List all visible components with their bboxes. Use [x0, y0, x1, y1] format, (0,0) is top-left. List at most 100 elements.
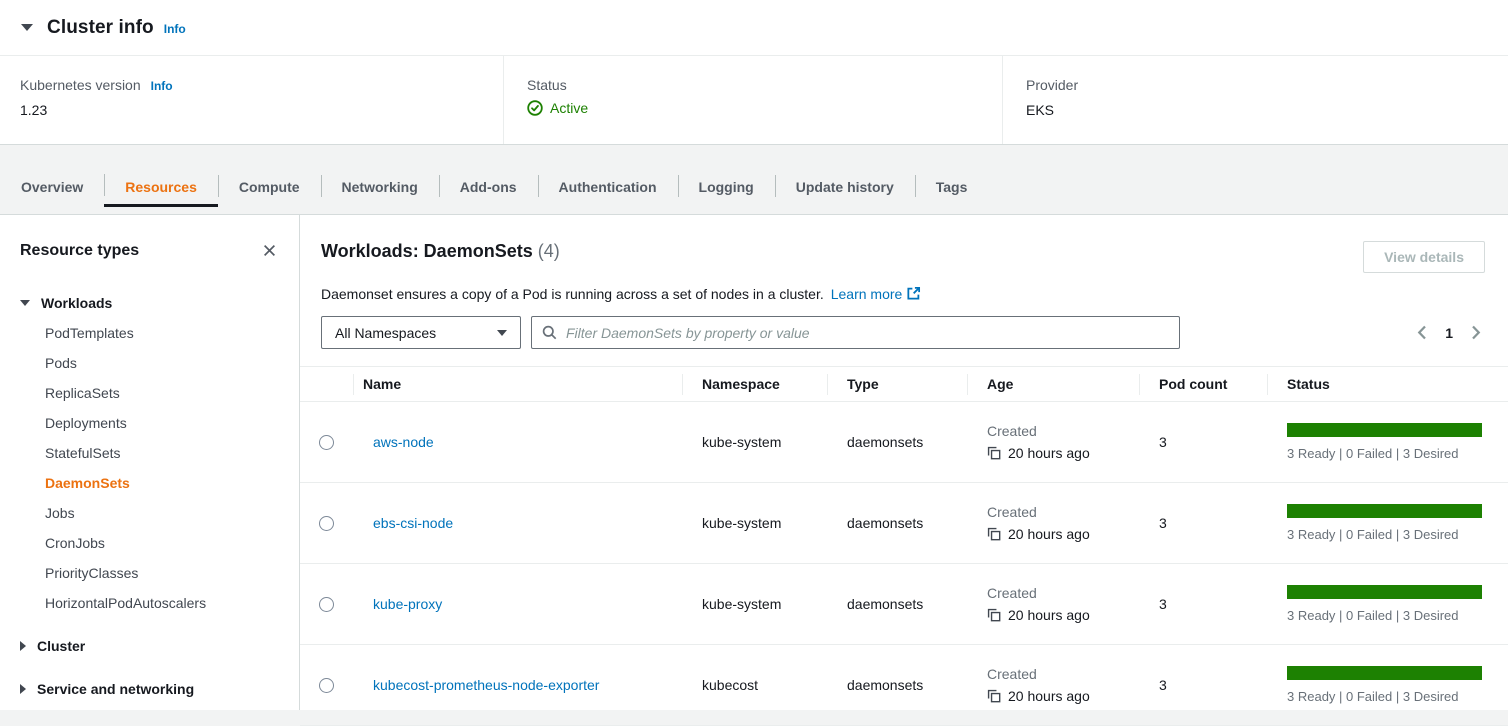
kubernetes-version-info-link[interactable]: Info	[151, 79, 173, 93]
column-header-age[interactable]: Age	[967, 367, 1139, 402]
row-radio-button[interactable]	[319, 435, 334, 450]
column-header-namespace[interactable]: Namespace	[682, 367, 827, 402]
status-text: 3 Ready | 0 Failed | 3 Desired	[1287, 608, 1508, 623]
status-value: Active	[550, 100, 588, 116]
status-field: Status Active	[503, 56, 1002, 144]
sidebar-item-podtemplates[interactable]: PodTemplates	[45, 318, 279, 348]
tree-group-workloads-toggle[interactable]: Workloads	[20, 288, 279, 318]
current-page[interactable]: 1	[1445, 325, 1453, 341]
sidebar-item-jobs[interactable]: Jobs	[45, 498, 279, 528]
tab-update-history[interactable]: Update history	[775, 165, 915, 207]
copy-icon[interactable]	[987, 446, 1001, 460]
sidebar-item-horizontalpodautoscalers[interactable]: HorizontalPodAutoscalers	[45, 588, 279, 618]
tab-networking[interactable]: Networking	[321, 165, 439, 207]
age-created-label: Created	[987, 666, 1139, 682]
daemonset-name-link[interactable]: kube-proxy	[373, 596, 442, 612]
view-details-button[interactable]: View details	[1363, 241, 1485, 273]
row-radio-button[interactable]	[319, 516, 334, 531]
daemonset-name-link[interactable]: kubecost-prometheus-node-exporter	[373, 677, 599, 693]
sidebar-item-replicasets[interactable]: ReplicaSets	[45, 378, 279, 408]
daemonsets-description: Daemonset ensures a copy of a Pod is run…	[321, 284, 1485, 302]
status-bar	[1287, 423, 1482, 437]
cluster-info-header: Cluster info Info	[0, 0, 1508, 56]
cell-namespace: kube-system	[682, 483, 827, 564]
cluster-info-info-link[interactable]: Info	[164, 22, 186, 36]
status-bar	[1287, 585, 1482, 599]
filter-input[interactable]	[566, 325, 1169, 341]
provider-value: EKS	[1026, 102, 1508, 118]
description-text: Daemonset ensures a copy of a Pod is run…	[321, 286, 824, 302]
daemonsets-panel: Workloads: DaemonSets(4) View details Da…	[300, 215, 1508, 710]
column-header-status[interactable]: Status	[1267, 367, 1508, 402]
cell-pod-count: 3	[1139, 402, 1267, 483]
copy-icon[interactable]	[987, 608, 1001, 622]
sidebar-item-pods[interactable]: Pods	[45, 348, 279, 378]
provider-label: Provider	[1026, 77, 1078, 93]
learn-more-link[interactable]: Learn more	[831, 286, 903, 302]
chevron-right-icon	[20, 684, 26, 694]
close-icon[interactable]	[260, 241, 279, 260]
row-radio-button[interactable]	[319, 597, 334, 612]
daemonsets-title-text: Workloads: DaemonSets	[321, 241, 533, 261]
column-header-pod-count[interactable]: Pod count	[1139, 367, 1267, 402]
table-row: ebs-csi-node kube-system daemonsets Crea…	[300, 483, 1508, 564]
copy-icon[interactable]	[987, 527, 1001, 541]
cell-namespace: kube-system	[682, 402, 827, 483]
search-icon	[542, 325, 557, 340]
namespace-select-value: All Namespaces	[335, 325, 436, 341]
age-created-label: Created	[987, 504, 1139, 520]
kubernetes-version-field: Kubernetes version Info 1.23	[0, 56, 503, 144]
tree-group-cluster-label: Cluster	[37, 638, 85, 654]
page-title: Cluster info	[47, 17, 154, 39]
table-row: kube-proxy kube-system daemonsets Create…	[300, 564, 1508, 645]
daemonset-name-link[interactable]: aws-node	[373, 434, 434, 450]
tab-logging[interactable]: Logging	[678, 165, 775, 207]
sidebar-item-deployments[interactable]: Deployments	[45, 408, 279, 438]
sidebar-title: Resource types	[20, 242, 139, 260]
status-text: 3 Ready | 0 Failed | 3 Desired	[1287, 446, 1508, 461]
age-value: 20 hours ago	[1008, 526, 1090, 542]
sidebar-item-statefulsets[interactable]: StatefulSets	[45, 438, 279, 468]
cell-namespace: kubecost	[682, 645, 827, 726]
cell-type: daemonsets	[827, 483, 967, 564]
table-row: kubecost-prometheus-node-exporter kubeco…	[300, 645, 1508, 726]
namespace-select[interactable]: All Namespaces	[321, 316, 521, 349]
daemonsets-table: Name Namespace Type Age Pod count Status…	[300, 366, 1508, 726]
next-page-icon[interactable]	[1470, 325, 1482, 340]
status-label: Status	[527, 77, 567, 93]
cell-type: daemonsets	[827, 645, 967, 726]
tab-overview[interactable]: Overview	[0, 165, 104, 207]
daemonset-name-link[interactable]: ebs-csi-node	[373, 515, 453, 531]
cell-type: daemonsets	[827, 402, 967, 483]
tab-authentication[interactable]: Authentication	[538, 165, 678, 207]
age-created-label: Created	[987, 585, 1139, 601]
collapse-caret-icon[interactable]	[21, 24, 33, 31]
pagination: 1	[1416, 325, 1485, 341]
age-value: 20 hours ago	[1008, 445, 1090, 461]
tab-tags[interactable]: Tags	[915, 165, 989, 207]
status-bar	[1287, 504, 1482, 518]
sidebar-item-daemonsets[interactable]: DaemonSets	[45, 468, 279, 498]
tree-group-service-networking: Service and networking	[20, 674, 279, 704]
external-link-icon	[906, 288, 921, 304]
previous-page-icon[interactable]	[1416, 325, 1428, 340]
tab-compute[interactable]: Compute	[218, 165, 321, 207]
column-header-name[interactable]: Name	[353, 367, 682, 402]
sidebar-item-priorityclasses[interactable]: PriorityClasses	[45, 558, 279, 588]
cell-pod-count: 3	[1139, 564, 1267, 645]
status-bar	[1287, 666, 1482, 680]
tab-bar: Overview Resources Compute Networking Ad…	[0, 145, 1508, 215]
tree-group-cluster-toggle[interactable]: Cluster	[20, 631, 279, 661]
tree-group-cluster: Cluster	[20, 631, 279, 661]
cell-type: daemonsets	[827, 564, 967, 645]
tab-resources[interactable]: Resources	[104, 165, 218, 207]
tree-group-service-networking-toggle[interactable]: Service and networking	[20, 674, 279, 704]
sidebar-item-cronjobs[interactable]: CronJobs	[45, 528, 279, 558]
tree-group-service-networking-label: Service and networking	[37, 681, 194, 697]
copy-icon[interactable]	[987, 689, 1001, 703]
tab-add-ons[interactable]: Add-ons	[439, 165, 538, 207]
daemonsets-title: Workloads: DaemonSets(4)	[321, 241, 560, 262]
row-radio-button[interactable]	[319, 678, 334, 693]
chevron-right-icon	[20, 641, 26, 651]
column-header-type[interactable]: Type	[827, 367, 967, 402]
